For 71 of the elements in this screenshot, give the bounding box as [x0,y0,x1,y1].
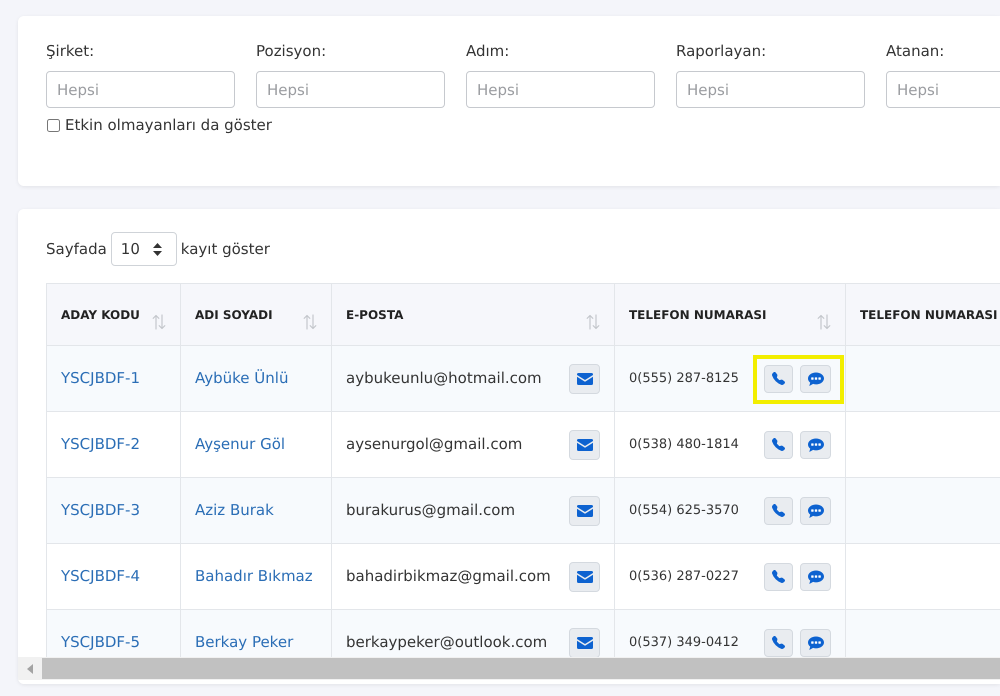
email-button[interactable] [569,430,600,460]
envelope-icon [576,636,592,648]
candidate-code-link[interactable]: YSCJBDF-3 [61,501,140,520]
call-button[interactable] [764,364,793,392]
envelope-icon [576,504,592,516]
filter-field[interactable]: Hepsi [46,71,235,108]
email-button[interactable] [569,496,600,526]
candidate-code-link[interactable]: YSCJBDF-4 [61,567,140,586]
sms-button[interactable] [800,562,831,590]
envelope-icon [576,570,592,582]
speech-bubble-icon [808,438,824,452]
candidate-code-link[interactable]: YSCJBDF-5 [61,633,140,652]
call-button[interactable] [764,562,793,590]
column-header[interactable]: TELEFON NUMARASI [614,284,846,346]
speech-bubble-icon [808,570,824,584]
page-length-select[interactable]: 10 [110,232,177,266]
speech-bubble-icon [808,636,824,650]
envelope-icon [576,438,592,450]
call-button[interactable] [764,430,793,458]
speech-bubble-icon [808,504,824,518]
filter-field[interactable]: Hepsi [466,71,655,108]
phone-icon [772,372,785,385]
sms-button[interactable] [800,628,831,656]
candidate-code-link[interactable]: YSCJBDF-1 [61,369,140,388]
phone-number: 0(536) 287-0227 [629,568,739,586]
phone-number: 0(554) 625-3570 [629,502,739,520]
page-length-suffix: kayıt göster [180,238,270,260]
sms-button[interactable] [800,430,831,458]
column-header[interactable]: E-POSTA [332,284,614,346]
column-header[interactable]: ADI SOYADI [180,284,332,346]
email-address: aysenurgol@gmail.com [346,434,522,456]
phone-number: 0(555) 287-8125 [629,370,739,388]
filter-label: Pozisyon: [256,41,328,62]
checkbox-label: Etkin olmayanları da göster [65,116,272,134]
phone-icon [772,504,785,517]
call-button[interactable] [764,628,793,656]
checkbox[interactable] [47,118,60,132]
filter-label: Şirket: [46,41,96,62]
email-address: bahadirbikmaz@gmail.com [346,566,551,588]
speech-bubble-icon [808,372,824,386]
sms-button[interactable] [800,364,831,392]
filter-label: Atanan: [886,41,946,62]
phone-icon [772,636,785,649]
candidate-name-link[interactable]: Bahadır Bıkmaz [195,567,313,586]
column-header[interactable]: ADAY KODU [46,284,180,346]
filter-label: Raporlayan: [676,41,768,62]
envelope-icon [576,372,592,384]
page-length-label: Sayfada [46,238,107,260]
candidate-code-link[interactable]: YSCJBDF-2 [61,435,140,454]
filter-field[interactable]: Hepsi [886,71,1000,108]
candidate-name-link[interactable]: Aybüke Ünlü [195,369,288,388]
up-down-caret-icon [152,242,162,256]
candidate-name-link[interactable]: Aziz Burak [195,501,274,520]
email-address: aybukeunlu@hotmail.com [346,368,542,390]
candidate-name-link[interactable]: Berkay Peker [195,633,294,652]
phone-number: 0(537) 349-0412 [629,634,739,652]
candidate-name-link[interactable]: Ayşenur Göl [195,435,286,454]
sms-button[interactable] [800,496,831,524]
call-button[interactable] [764,496,793,524]
email-button[interactable] [569,364,600,394]
email-address: berkaypeker@outlook.com [346,632,548,654]
filter-field[interactable]: Hepsi [256,71,445,108]
column-header: TELEFON NUMARASI [846,284,1000,346]
email-button[interactable] [569,562,600,592]
phone-number: 0(538) 480-1814 [629,436,739,454]
filter-label: Adım: [466,41,510,62]
email-button[interactable] [569,628,600,657]
phone-icon [772,570,785,583]
email-address: burakurus@gmail.com [346,500,516,522]
filter-field[interactable]: Hepsi [676,71,865,108]
phone-icon [772,438,785,451]
